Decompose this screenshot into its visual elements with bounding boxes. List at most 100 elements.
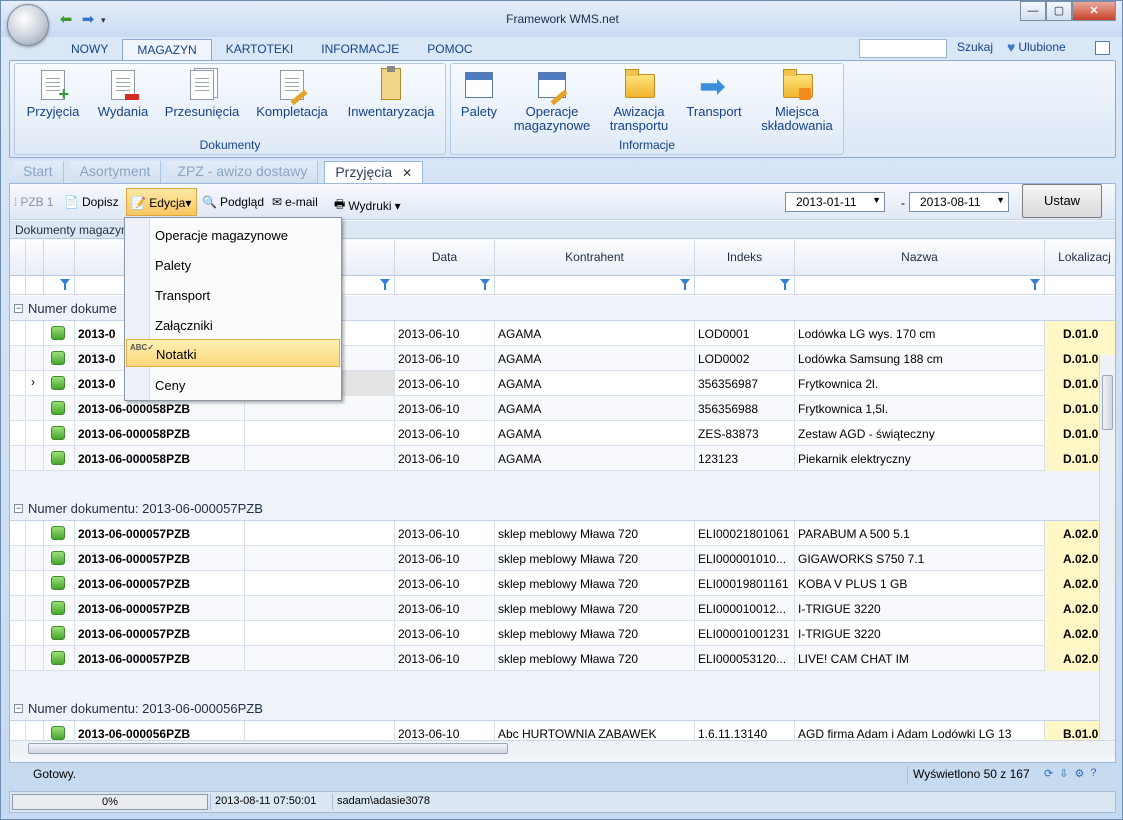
table-row[interactable]: 2013-06-000057PZB 2013-06-10 sklep meblowy…: [10, 546, 1115, 571]
table-row[interactable]: 2013-06-000056PZB 2013-06-10 Abc HURTOWNIA…: [10, 721, 1115, 740]
vertical-scrollbar[interactable]: [1099, 355, 1115, 740]
cell-indeks[interactable]: 356356987: [695, 371, 795, 396]
cell-indeks[interactable]: ELI000010012...: [695, 596, 795, 621]
close-tab-icon[interactable]: ✕: [402, 166, 412, 180]
filter-icon[interactable]: [480, 279, 490, 290]
cell-num_display[interactable]: 2013-06-000058PZB: [75, 446, 245, 471]
cell-kontrahent[interactable]: AGAMA: [495, 396, 695, 421]
table-row[interactable]: 2013-06-000057PZB 2013-06-10 sklep meblowy…: [10, 596, 1115, 621]
cell-zamowienie[interactable]: [245, 571, 395, 596]
cell-num_display[interactable]: 2013-06-000056PZB: [75, 721, 245, 740]
cell-zamowienie[interactable]: [245, 721, 395, 740]
inwentaryzacja-button[interactable]: Inwentaryzacja: [341, 66, 441, 119]
tab-przyjecia[interactable]: Przyjęcia ✕: [324, 161, 424, 183]
cell-zamowienie[interactable]: [245, 546, 395, 571]
cell-zamowienie[interactable]: [245, 621, 395, 646]
cell-indeks[interactable]: ELI00021801061: [695, 521, 795, 546]
operacje-magazynowe-button[interactable]: Operacje magazynowe: [509, 68, 595, 133]
cell-num_display[interactable]: 2013-06-000057PZB: [75, 621, 245, 646]
row-indicator[interactable]: [26, 346, 44, 371]
cell-data[interactable]: 2013-06-10: [395, 521, 495, 546]
wydruki-button[interactable]: 🖶 Wydruki ▾: [334, 195, 401, 216]
cell-nazwa[interactable]: I-TRIGUE 3220: [795, 621, 1045, 646]
cell-kontrahent[interactable]: sklep meblowy Mława 720: [495, 596, 695, 621]
cell-kontrahent[interactable]: AGAMA: [495, 321, 695, 346]
cell-kontrahent[interactable]: sklep meblowy Mława 720: [495, 521, 695, 546]
cell-num_display[interactable]: 2013-06-000058PZB: [75, 421, 245, 446]
header-indeks[interactable]: Indeks: [695, 240, 795, 276]
table-row[interactable]: 2013-06-000057PZB 2013-06-10 sklep meblowy…: [10, 646, 1115, 671]
tab-start[interactable]: Start: [13, 161, 64, 183]
ribbon-tab-informacje[interactable]: INFORMACJE: [307, 39, 413, 61]
cell-indeks[interactable]: 123123: [695, 446, 795, 471]
collapse-icon[interactable]: −: [14, 304, 23, 313]
filter-icon[interactable]: [1030, 279, 1040, 290]
cell-num_display[interactable]: 2013-06-000057PZB: [75, 521, 245, 546]
przyjecia-button[interactable]: + Przyjęcia: [23, 68, 83, 119]
dopisz-button[interactable]: 📄 Dopisz: [64, 195, 119, 209]
filter-icon[interactable]: [380, 279, 390, 290]
email-button[interactable]: ✉ e-mail: [272, 195, 318, 209]
header-kontrahent[interactable]: Kontrahent: [495, 240, 695, 276]
cell-data[interactable]: 2013-06-10: [395, 321, 495, 346]
cell-indeks[interactable]: ZES-83873: [695, 421, 795, 446]
cell-data[interactable]: 2013-06-10: [395, 421, 495, 446]
collapse-icon[interactable]: −: [14, 704, 23, 713]
collapse-icon[interactable]: −: [14, 504, 23, 513]
cell-data[interactable]: 2013-06-10: [395, 596, 495, 621]
cell-nazwa[interactable]: Lodówka LG wys. 170 cm: [795, 321, 1045, 346]
row-indicator[interactable]: [26, 396, 44, 421]
tab-asortyment[interactable]: Asortyment: [69, 161, 162, 183]
table-row[interactable]: 2013-06-000057PZB 2013-06-10 sklep meblowy…: [10, 571, 1115, 596]
ribbon-tab-pomoc[interactable]: POMOC: [413, 39, 486, 61]
cell-nazwa[interactable]: GIGAWORKS S750 7.1: [795, 546, 1045, 571]
table-row[interactable]: 2013-06-000058PZB 2013-06-10 AGAMA ZES-8387…: [10, 421, 1115, 446]
filter-lokalizacja[interactable]: [1045, 276, 1115, 295]
menu-item-zalaczniki[interactable]: Załączniki: [126, 311, 340, 339]
cell-data[interactable]: 2013-06-10: [395, 621, 495, 646]
row-indicator[interactable]: [26, 321, 44, 346]
header-lokalizacja[interactable]: Lokalizacj: [1045, 240, 1115, 276]
cell-kontrahent[interactable]: AGAMA: [495, 346, 695, 371]
filter-kontrahent[interactable]: [495, 276, 695, 295]
row-indicator[interactable]: [26, 421, 44, 446]
filter-nazwa[interactable]: [795, 276, 1045, 295]
group-row[interactable]: − Numer dokumentu: 2013-06-000056PZB: [10, 696, 1115, 721]
window-layout-icon[interactable]: [1095, 41, 1110, 55]
cell-zamowienie[interactable]: [245, 596, 395, 621]
date-from-field[interactable]: 2013-01-11 ▼: [785, 192, 885, 212]
cell-indeks[interactable]: ELI00001001231: [695, 621, 795, 646]
cell-data[interactable]: 2013-06-10: [395, 721, 495, 740]
cell-nazwa[interactable]: LIVE! CAM CHAT IM: [795, 646, 1045, 671]
cell-kontrahent[interactable]: sklep meblowy Mława 720: [495, 621, 695, 646]
cell-zamowienie[interactable]: [245, 446, 395, 471]
cell-nazwa[interactable]: I-TRIGUE 3220: [795, 596, 1045, 621]
close-button[interactable]: ✕: [1072, 1, 1116, 21]
cell-indeks[interactable]: ELI000001010...: [695, 546, 795, 571]
horizontal-scroll-thumb[interactable]: [28, 743, 508, 754]
cell-num_display[interactable]: 2013-06-000057PZB: [75, 646, 245, 671]
row-indicator[interactable]: [26, 621, 44, 646]
table-row[interactable]: 2013-06-000057PZB 2013-06-10 sklep meblowy…: [10, 621, 1115, 646]
refresh-icon[interactable]: ⟳: [1044, 767, 1053, 780]
cell-nazwa[interactable]: Lodówka Samsung 188 cm: [795, 346, 1045, 371]
menu-item-ceny[interactable]: Ceny: [126, 371, 340, 399]
wydania-button[interactable]: Wydania: [93, 68, 153, 119]
table-row[interactable]: 2013-06-000057PZB 2013-06-10 sklep meblowy…: [10, 521, 1115, 546]
awizacja-transportu-button[interactable]: Awizacja transportu: [601, 68, 677, 133]
search-input[interactable]: [859, 39, 947, 58]
cell-nazwa[interactable]: AGD firma Adam i Adam Lodówki LG 13: [795, 721, 1045, 740]
table-row[interactable]: 2013-06-000058PZB 2013-06-10 AGAMA 123123 Pi…: [10, 446, 1115, 471]
ribbon-tab-kartoteki[interactable]: KARTOTEKI: [212, 39, 308, 61]
cell-nazwa[interactable]: Piekarnik elektryczny: [795, 446, 1045, 471]
cell-num_display[interactable]: 2013-06-000057PZB: [75, 596, 245, 621]
cell-lok[interactable]: D.01.0: [1045, 321, 1115, 346]
podglad-button[interactable]: 🔍 Podgląd: [202, 195, 264, 209]
edycja-button[interactable]: 📝 Edycja▾: [126, 188, 198, 216]
cell-indeks[interactable]: 356356988: [695, 396, 795, 421]
palety-button[interactable]: Palety: [457, 68, 501, 119]
menu-item-transport[interactable]: Transport: [126, 281, 340, 309]
row-indicator[interactable]: [26, 646, 44, 671]
row-indicator[interactable]: [26, 571, 44, 596]
cell-indeks[interactable]: LOD0001: [695, 321, 795, 346]
